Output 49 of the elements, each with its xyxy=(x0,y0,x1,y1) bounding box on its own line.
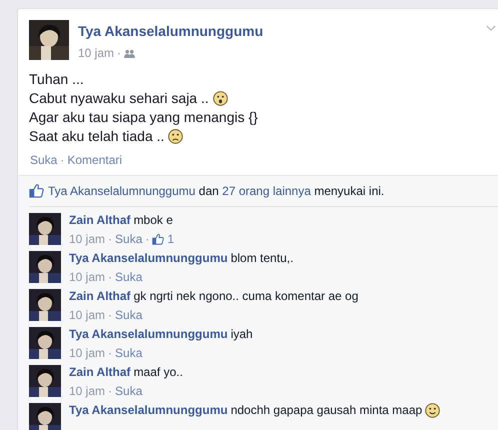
comment-text: blom tentu,. xyxy=(230,251,294,266)
post-text: Saat aku telah tiada .. xyxy=(29,127,164,146)
smile-emoji-icon xyxy=(425,403,440,418)
comment-text: mbok e xyxy=(134,213,173,228)
post-text: Tuhan ... xyxy=(29,70,84,89)
comment-author-link[interactable]: Tya Akanselalumnunggumu xyxy=(69,403,228,418)
thumbs-up-icon[interactable] xyxy=(29,183,44,198)
like-link[interactable]: Suka xyxy=(115,346,142,360)
like-link[interactable]: Suka xyxy=(115,308,142,322)
comment-author-link[interactable]: Zain Althaf xyxy=(69,365,131,380)
comment-time[interactable]: 10 jam xyxy=(69,270,106,284)
separator: · xyxy=(60,153,64,167)
like-link[interactable]: Suka xyxy=(115,232,142,246)
post-text: Agar aku tau siapa yang menangis {} xyxy=(29,108,258,127)
author-link[interactable]: Tya Akanselalumnunggumu xyxy=(78,23,264,39)
comment-author-link[interactable]: Zain Althaf xyxy=(69,213,131,228)
liker-link[interactable]: Tya Akanselalumnunggumu xyxy=(48,184,196,198)
comment-text: gk ngrti nek ngono.. cuma komentar ae og xyxy=(134,289,358,304)
frown-emoji-icon xyxy=(168,129,184,144)
comment-time[interactable]: 10 jam xyxy=(69,308,106,322)
separator: · xyxy=(108,270,112,284)
surprised-emoji-icon xyxy=(212,91,228,106)
comment-time[interactable]: 10 jam xyxy=(69,346,106,360)
post-text: Cabut nyawaku sehari saja .. xyxy=(29,89,209,108)
comment-text: ndochh gapapa gausah minta maap xyxy=(230,403,422,418)
action-link[interactable]: Komentari xyxy=(67,153,122,167)
separator: · xyxy=(108,232,112,246)
comment-time[interactable]: 10 jam xyxy=(69,384,106,398)
likes-sentence: Tya Akanselalumnunggumu dan 27 orang lainnya menyukai ini. xyxy=(48,184,384,198)
separator: · xyxy=(117,46,122,60)
like-count[interactable]: 1 xyxy=(167,232,174,246)
separator: · xyxy=(108,346,112,360)
thumbs-up-icon xyxy=(152,233,164,245)
comment-author-link[interactable]: Zain Althaf xyxy=(69,289,131,304)
comment-author-link[interactable]: Tya Akanselalumnunggumu xyxy=(69,251,228,266)
post-time[interactable]: 10 jam xyxy=(78,46,114,60)
comment-author-link[interactable]: Tya Akanselalumnunggumu xyxy=(69,327,228,342)
separator: · xyxy=(108,384,112,398)
friends-icon[interactable] xyxy=(124,48,136,58)
like-link[interactable]: Suka xyxy=(115,384,142,398)
chevron-down-icon[interactable] xyxy=(486,25,496,32)
comment-text: maaf yo.. xyxy=(134,365,183,380)
like-link[interactable]: Suka xyxy=(115,270,142,284)
comment-time[interactable]: 10 jam xyxy=(69,232,106,246)
others-link[interactable]: 27 orang lainnya xyxy=(222,184,311,198)
separator: · xyxy=(108,308,112,322)
action-link[interactable]: Suka xyxy=(30,153,58,167)
separator: · xyxy=(145,232,150,246)
comment-text: iyah xyxy=(230,327,253,342)
